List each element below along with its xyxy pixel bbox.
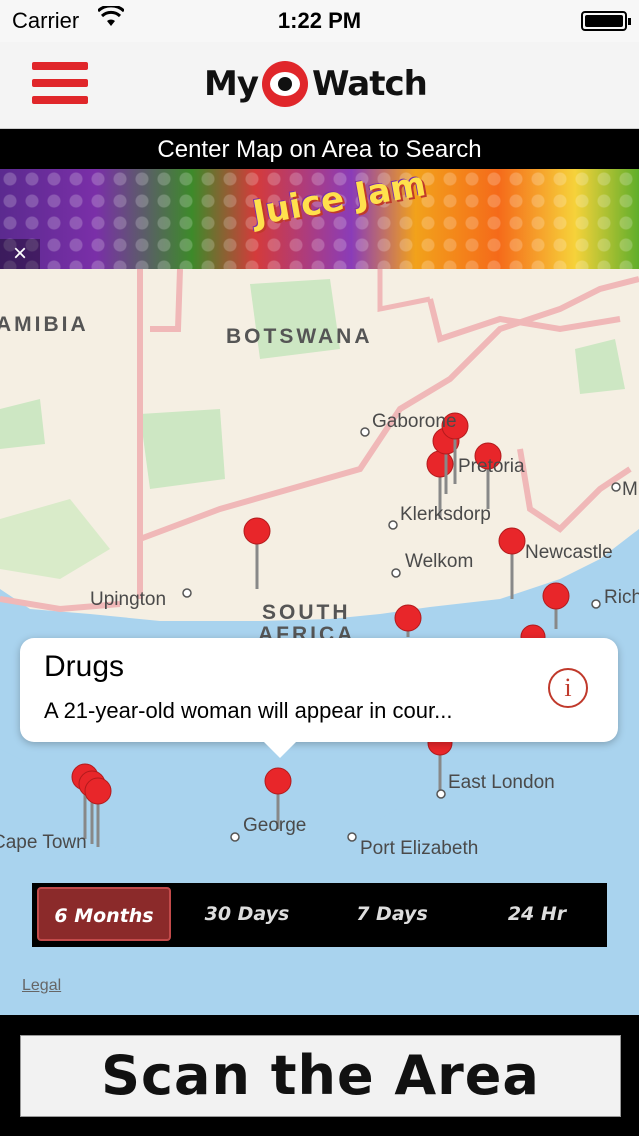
- status-bar: Carrier 1:22 PM: [0, 0, 639, 42]
- place-label: East London: [448, 772, 555, 793]
- scan-area-button[interactable]: Scan the Area: [20, 1035, 621, 1117]
- map-view[interactable]: AMIBIA BOTSWANA SOUTH AFRICA Gaborone Pr…: [0, 269, 639, 1015]
- app-logo: My Watch: [204, 60, 428, 108]
- place-label: Newcastle: [525, 542, 613, 563]
- place-label: Pretoria: [458, 456, 525, 477]
- ad-banner[interactable]: Juice Jam ×: [0, 169, 639, 269]
- legal-link[interactable]: Legal: [22, 977, 61, 995]
- logo-text-right: Watch: [312, 64, 428, 104]
- country-label: AMIBIA: [0, 313, 89, 336]
- nav-bar: My Watch: [0, 42, 639, 129]
- bottom-bar: Scan the Area: [0, 1015, 639, 1136]
- time-filter-control: 6 Months 30 Days 7 Days 24 Hr: [32, 883, 607, 947]
- filter-24-hr[interactable]: 24 Hr: [472, 887, 602, 941]
- eye-icon: [262, 61, 308, 107]
- place-label: Cape Town: [0, 832, 87, 853]
- ad-close-button[interactable]: ×: [0, 239, 40, 269]
- filter-30-days[interactable]: 30 Days: [182, 887, 312, 941]
- place-label: Gaborone: [372, 411, 457, 432]
- callout-title: Drugs: [44, 650, 125, 683]
- place-label: Upington: [90, 589, 167, 610]
- place-label: Welkom: [405, 551, 474, 572]
- country-label: SOUTH: [262, 601, 351, 624]
- place-label: Klerksdorp: [400, 504, 491, 525]
- filter-6-months[interactable]: 6 Months: [37, 887, 171, 941]
- battery-icon: [581, 11, 631, 31]
- place-label: George: [243, 815, 307, 836]
- filter-7-days[interactable]: 7 Days: [322, 887, 462, 941]
- pin-callout[interactable]: Drugs A 21-year-old woman will appear in…: [20, 638, 618, 758]
- place-label: Richards Bay: [604, 587, 639, 608]
- hamburger-menu-icon[interactable]: [32, 62, 88, 106]
- callout-description: A 21-year-old woman will appear in cour.…: [44, 698, 453, 723]
- logo-text-left: My: [204, 64, 259, 104]
- clock: 1:22 PM: [277, 8, 362, 33]
- place-label: Port Elizabeth: [360, 838, 479, 859]
- country-label: BOTSWANA: [226, 325, 373, 348]
- info-icon[interactable]: i: [548, 668, 588, 708]
- instruction-banner: Center Map on Area to Search: [0, 129, 639, 169]
- place-label: M: [622, 479, 638, 500]
